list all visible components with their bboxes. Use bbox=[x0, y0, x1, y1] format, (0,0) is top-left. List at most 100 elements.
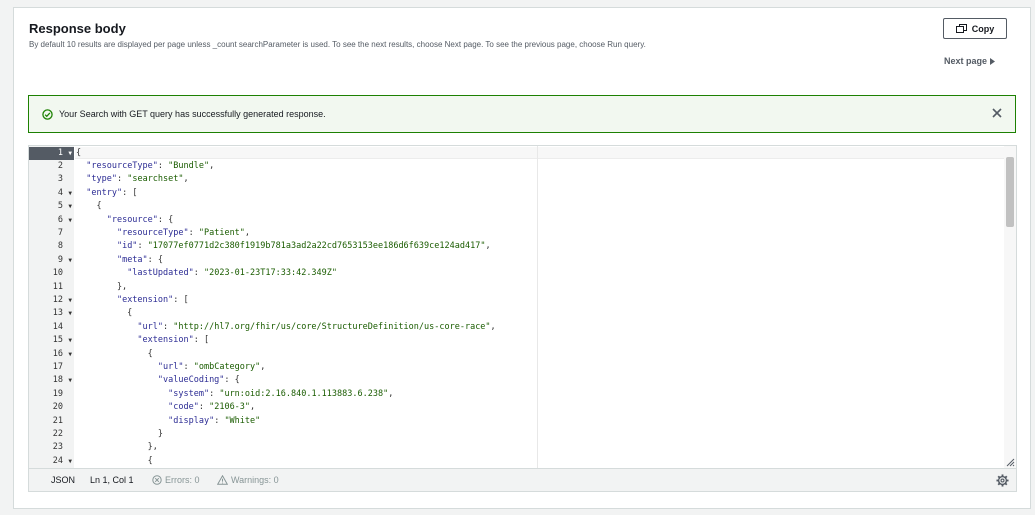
line-number-label: 20 bbox=[52, 402, 63, 413]
line-number: 1 ▼ bbox=[29, 146, 74, 160]
code-line: }, bbox=[76, 281, 128, 292]
line-number-label: 17 bbox=[52, 361, 63, 372]
fold-toggle-icon[interactable]: ▼ bbox=[68, 334, 72, 347]
errors-indicator[interactable]: Errors: 0 bbox=[152, 475, 200, 485]
warnings-label: Warnings: 0 bbox=[231, 475, 279, 485]
warning-triangle-icon bbox=[217, 475, 228, 485]
fold-toggle-icon[interactable]: ▼ bbox=[68, 254, 72, 267]
fold-toggle-icon[interactable]: ▼ bbox=[68, 374, 72, 387]
line-number-label: 3 bbox=[57, 174, 63, 185]
code-line: "valueCoding": { bbox=[157, 375, 240, 386]
caret-right-icon bbox=[990, 57, 996, 65]
fold-toggle-icon[interactable]: ▼ bbox=[68, 187, 72, 200]
line-number: 14 bbox=[29, 321, 74, 334]
code-line: { bbox=[76, 455, 153, 466]
code-line: "resource": { bbox=[106, 214, 174, 225]
print-margin bbox=[537, 146, 538, 468]
json-code-editor[interactable]: 1 ▼ 2 3 4 ▼ 5 ▼ 6 ▼ 7 8 9 ▼ 10 11 12 ▼ 13 ▼ 14 15 ▼ 16 ▼ 17 18 ▼ 19 2… bbox=[28, 145, 1017, 492]
line-number: 12 ▼ bbox=[29, 294, 74, 307]
next-page-button[interactable]: Next page bbox=[944, 56, 996, 66]
line-number: 3 bbox=[29, 173, 74, 186]
line-number: 15 ▼ bbox=[29, 334, 74, 347]
code-line: "id": "17077ef0771d2c380f1919b781a3ad2a2… bbox=[116, 241, 491, 252]
code-line: "url": "http://hl7.org/fhir/us/core/Stru… bbox=[137, 321, 496, 332]
line-number: 9 ▼ bbox=[29, 254, 74, 267]
close-icon[interactable] bbox=[991, 107, 1003, 119]
cursor-position: Ln 1, Col 1 bbox=[90, 475, 134, 485]
fold-toggle-icon[interactable]: ▼ bbox=[68, 307, 72, 320]
line-number-label: 12 bbox=[52, 294, 63, 305]
warnings-indicator[interactable]: Warnings: 0 bbox=[217, 475, 279, 485]
line-number: 18 ▼ bbox=[29, 374, 74, 387]
gear-icon[interactable] bbox=[996, 474, 1009, 487]
line-number: 2 bbox=[29, 160, 74, 173]
code-line: }, bbox=[76, 442, 158, 453]
error-circle-icon bbox=[152, 475, 162, 485]
line-number-label: 22 bbox=[52, 428, 63, 439]
line-number-label: 23 bbox=[52, 442, 63, 453]
response-body-description: By default 10 results are displayed per … bbox=[29, 40, 646, 49]
fold-toggle-icon[interactable]: ▼ bbox=[68, 200, 72, 213]
fold-toggle-icon[interactable]: ▼ bbox=[68, 455, 72, 468]
line-number: 19 bbox=[29, 388, 74, 401]
scrollbar-thumb[interactable] bbox=[1006, 157, 1014, 227]
fold-toggle-icon[interactable]: ▼ bbox=[68, 348, 72, 361]
copy-button-label: Copy bbox=[971, 23, 995, 34]
line-number-label: 14 bbox=[52, 321, 63, 332]
line-number: 10 bbox=[29, 267, 74, 280]
copy-button[interactable]: Copy bbox=[943, 18, 1007, 39]
line-number: 8 bbox=[29, 240, 74, 253]
line-number-label: 2 bbox=[57, 160, 63, 171]
fold-toggle-icon[interactable]: ▼ bbox=[68, 214, 72, 227]
code-line: { bbox=[76, 201, 102, 212]
code-line: "code": "2106-3", bbox=[168, 402, 256, 413]
line-number-label: 13 bbox=[52, 308, 63, 319]
line-number: 11 bbox=[29, 281, 74, 294]
code-line: { bbox=[76, 308, 133, 319]
response-body-panel: Response body By default 10 results are … bbox=[13, 7, 1031, 509]
line-number: 4 ▼ bbox=[29, 187, 74, 200]
line-number-label: 1 bbox=[57, 147, 63, 158]
code-line: "lastUpdated": "2023-01-23T17:33:42.349Z… bbox=[127, 268, 338, 279]
line-number: 6 ▼ bbox=[29, 214, 74, 227]
copy-icon bbox=[955, 24, 967, 33]
line-number-label: 9 bbox=[57, 254, 63, 265]
check-circle-icon bbox=[42, 109, 53, 120]
language-label: JSON bbox=[51, 475, 76, 485]
code-line: "extension": [ bbox=[137, 335, 210, 346]
line-number: 16 ▼ bbox=[29, 348, 74, 361]
line-number: 17 bbox=[29, 361, 74, 374]
line-number-label: 7 bbox=[57, 227, 63, 238]
errors-label: Errors: 0 bbox=[165, 475, 200, 485]
code-line: "resourceType": "Patient", bbox=[116, 227, 251, 238]
line-number-gutter: 1 ▼ 2 3 4 ▼ 5 ▼ 6 ▼ 7 8 9 ▼ 10 11 12 ▼ 13 ▼ 14 15 ▼ 16 ▼ 17 18 ▼ 19 2… bbox=[29, 146, 74, 468]
line-number-label: 6 bbox=[57, 214, 63, 225]
line-number-label: 18 bbox=[52, 375, 63, 386]
fold-toggle-icon[interactable]: ▼ bbox=[68, 147, 72, 160]
code-line: } bbox=[76, 428, 163, 439]
line-number-label: 4 bbox=[57, 187, 63, 198]
code-line: "resourceType": "Bundle", bbox=[86, 160, 215, 171]
line-number: 7 bbox=[29, 227, 74, 240]
next-page-label: Next page bbox=[944, 56, 988, 66]
code-line: "url": "ombCategory", bbox=[157, 361, 266, 372]
line-number-label: 10 bbox=[52, 268, 63, 279]
line-number: 22 bbox=[29, 428, 74, 441]
resize-handle-icon[interactable] bbox=[1004, 456, 1015, 467]
line-number-label: 8 bbox=[57, 241, 63, 252]
line-number-label: 16 bbox=[52, 348, 63, 359]
line-number-label: 11 bbox=[52, 281, 63, 292]
code-area[interactable]: { "resourceType": "Bundle", "type": "sea… bbox=[75, 146, 1003, 468]
line-number: 20 bbox=[29, 401, 74, 414]
fold-toggle-icon[interactable]: ▼ bbox=[68, 294, 72, 307]
line-number: 23 bbox=[29, 441, 74, 454]
line-number-label: 5 bbox=[57, 201, 63, 212]
success-alert: Your Search with GET query has successfu… bbox=[28, 95, 1016, 133]
line-number-label: 24 bbox=[52, 455, 63, 466]
code-line: "system": "urn:oid:2.16.840.1.113883.6.2… bbox=[168, 388, 394, 399]
line-number-label: 19 bbox=[52, 388, 63, 399]
line-number-label: 21 bbox=[52, 415, 63, 426]
alert-message: Your Search with GET query has successfu… bbox=[59, 109, 326, 119]
code-line: "meta": { bbox=[116, 254, 164, 265]
code-line: "display": "White" bbox=[168, 415, 261, 426]
